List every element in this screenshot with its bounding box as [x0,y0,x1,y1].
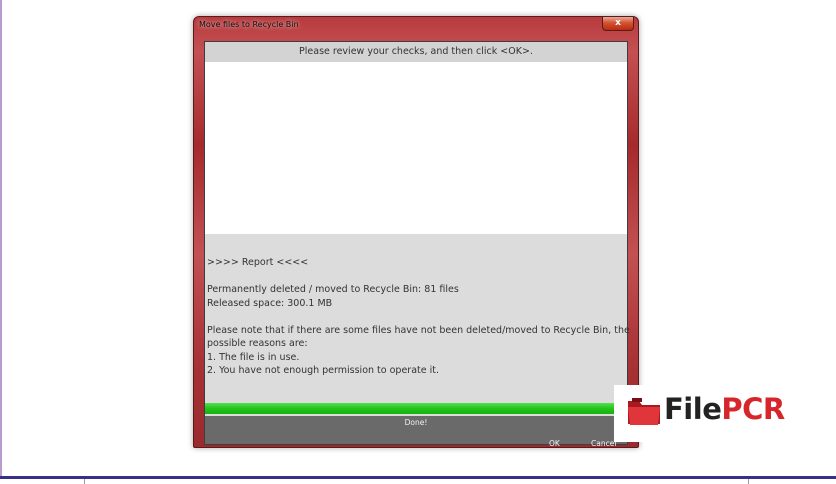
bottom-divider [0,476,836,479]
watermark-text: FilePCR [664,392,785,426]
report-panel: >>>> Report <<<< Permanently deleted / m… [205,234,630,399]
file-list-area[interactable] [205,62,627,234]
report-heading: >>>> Report <<<< [207,257,309,268]
filepcr-watermark: FilePCR [614,385,790,442]
cancel-button[interactable]: Cancel [591,439,616,448]
reason-item: 1. The file is in use. [207,351,300,363]
bottom-tick [84,479,85,484]
progress-fill [205,403,627,414]
close-icon: x [615,18,621,28]
status-text: Done! [404,418,428,427]
bottom-tick [748,479,749,484]
deleted-count: Permanently deleted / moved to Recycle B… [207,284,459,295]
close-button[interactable]: x [602,17,634,31]
ok-button[interactable]: OK [549,439,560,448]
note-line: possible reasons are: [207,338,308,349]
window-title: Move files to Recycle Bin [199,20,299,29]
reason-item: 2. You have not enough permission to ope… [207,365,439,376]
dialog-window: Move files to Recycle Bin x Please revie… [193,16,639,448]
released-space: Released space: 300.1 MB [207,297,333,309]
folder-icon [628,398,660,425]
dialog-client-area: Please review your checks, and then clic… [204,41,630,448]
instruction-text: Please review your checks, and then clic… [205,42,627,62]
progress-bar [205,399,627,416]
left-divider [0,0,2,476]
note-line: Please note that if there are some files… [207,324,630,336]
